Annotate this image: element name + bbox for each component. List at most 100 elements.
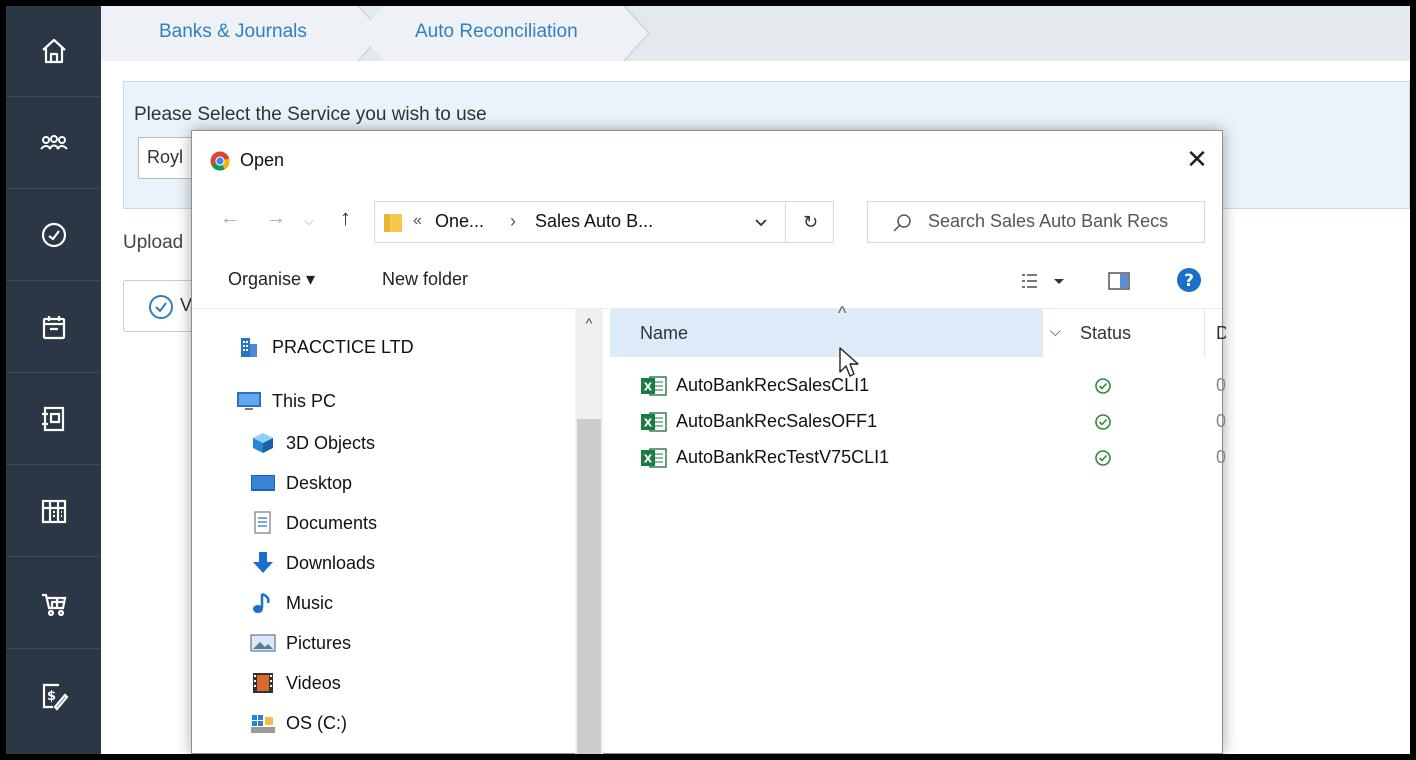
forward-button[interactable]: → [266,207,286,230]
column-header-name[interactable]: ^ Name [610,303,1042,357]
back-button[interactable]: ← [220,207,240,230]
home-icon [41,38,66,64]
file-name: AutoBankRecSalesCLI1 [676,375,870,395]
navigation-row: ← → ⌵ ↑ « One... › Sales Auto B... ↻ [192,189,1222,249]
search-input[interactable] [928,211,1198,232]
svg-text:$: $ [47,689,56,704]
search-box[interactable] [867,201,1205,243]
chrome-icon [210,151,230,171]
chevron-down-icon[interactable] [753,214,769,230]
nav-label: Pictures [286,632,352,653]
synced-icon [1095,414,1111,430]
excel-file-icon: X [641,412,667,432]
drive-icon [251,715,275,733]
preview-pane-icon[interactable] [1108,272,1130,290]
up-folder-button[interactable]: ↑ [340,205,351,231]
new-folder-button[interactable]: New folder [382,269,468,290]
file-date: 0 [1216,411,1226,431]
dialog-toolbar: Organise ▾ New folder ? [192,251,1222,309]
synced-icon [1095,450,1111,466]
sidebar-item-purchases[interactable] [6,558,101,649]
nav-item-downloads[interactable]: Downloads [250,543,375,583]
pictures-icon [250,634,276,652]
breadcrumb-auto-reconciliation[interactable]: Auto Reconciliation [415,6,578,61]
address-bar[interactable]: « One... › Sales Auto B... ↻ [374,201,834,243]
nav-label: Desktop [286,472,353,493]
address-divider [785,202,786,242]
svg-text:X: X [644,417,653,430]
scrollbar-thumb[interactable] [577,419,601,754]
column-header-date[interactable]: D [1216,323,1226,344]
file-date: 0 [1216,375,1226,395]
ledger-icon [41,499,66,524]
app-window: $ Banks & Journals Auto Reconciliation P… [6,6,1410,754]
address-segment-onedrive[interactable]: One... [435,211,484,232]
nav-item-desktop[interactable]: Desktop [250,463,352,503]
nav-pane-scrollbar[interactable]: ^ [575,309,603,754]
address-overflow[interactable]: « [413,212,422,230]
file-name: AutoBankRecTestV75CLI1 [676,447,890,467]
sidebar-item-documents[interactable] [6,374,101,465]
sidebar-item-home[interactable] [6,6,101,97]
help-icon[interactable]: ? [1176,267,1202,293]
document-icon [41,406,64,432]
synced-icon [1095,378,1111,394]
building-icon [241,338,257,357]
dialog-titlebar[interactable]: Open ✕ [192,131,1222,189]
nav-item-documents[interactable]: Documents [250,503,377,543]
sidebar-item-dashboard[interactable] [6,190,101,281]
nav-item-music[interactable]: Music [250,583,333,623]
folder-icon [384,214,402,232]
nav-label: This PC [272,390,337,411]
breadcrumb: Banks & Journals Auto Reconciliation [101,6,1410,61]
nav-item-os-c[interactable]: OS (C:) [250,703,347,743]
upload-label: Upload [123,232,184,253]
sidebar-item-invoices[interactable]: $ [6,650,101,741]
file-row[interactable]: X AutoBankRecSalesOFF1 0 [640,405,1226,441]
column-header-status[interactable]: Status [1080,323,1131,344]
svg-text:X: X [644,381,653,394]
computer-icon [237,392,261,410]
nav-item-praccticeltd[interactable]: PRACCTICE LTD [236,327,414,367]
nav-item-3d-objects[interactable]: 3D Objects [250,423,375,463]
column-separator[interactable] [1042,309,1043,357]
breadcrumb-banks-journals[interactable]: Banks & Journals [159,6,307,61]
sidebar: $ [6,6,101,754]
check-circle-icon [149,295,173,319]
recent-locations-button[interactable]: ⌵ [304,213,314,229]
excel-file-icon: X [641,376,667,396]
sidebar-item-clients[interactable] [6,98,101,189]
service-label: Please Select the Service you wish to us… [134,104,487,125]
dialog-title: Open [240,150,285,170]
sidebar-item-ledger[interactable] [6,466,101,557]
nav-item-pictures[interactable]: Pictures [250,623,351,663]
column-dropdown-icon[interactable]: ⌵ [1050,323,1061,340]
nav-label: PRACCTICE LTD [272,336,414,357]
file-row[interactable]: X AutoBankRecSalesCLI1 0 [640,369,1226,405]
address-segment-current[interactable]: Sales Auto B... [535,211,653,232]
file-date: 0 [1216,447,1226,467]
close-button[interactable]: ✕ [1172,139,1222,179]
dashboard-icon [41,222,66,248]
nav-item-videos[interactable]: Videos [250,663,341,703]
nav-item-this-pc[interactable]: This PC [236,381,336,421]
cube-icon [253,433,273,453]
file-list: ^ Name ⌵ Status D X AutoBankRecSalesCLI1… [610,303,1226,754]
mouse-cursor-icon [839,347,859,377]
address-separator: › [510,211,516,231]
svg-text:?: ? [1184,271,1194,291]
calendar-icon [42,316,65,340]
desktop-icon [251,475,275,491]
refresh-icon[interactable]: ↻ [803,212,818,233]
sidebar-item-calendar[interactable] [6,282,101,373]
music-icon [253,592,270,613]
download-icon [253,552,273,573]
view-options-icon[interactable] [1022,271,1068,291]
organise-button[interactable]: Organise ▾ [228,269,315,290]
sort-caret-icon: ^ [838,303,847,323]
column-separator[interactable] [1204,309,1205,357]
scroll-up-arrow-icon[interactable]: ^ [575,309,603,337]
svg-text:X: X [644,453,653,466]
file-row[interactable]: X AutoBankRecTestV75CLI1 0 [640,441,1226,477]
nav-label: Videos [286,672,341,693]
